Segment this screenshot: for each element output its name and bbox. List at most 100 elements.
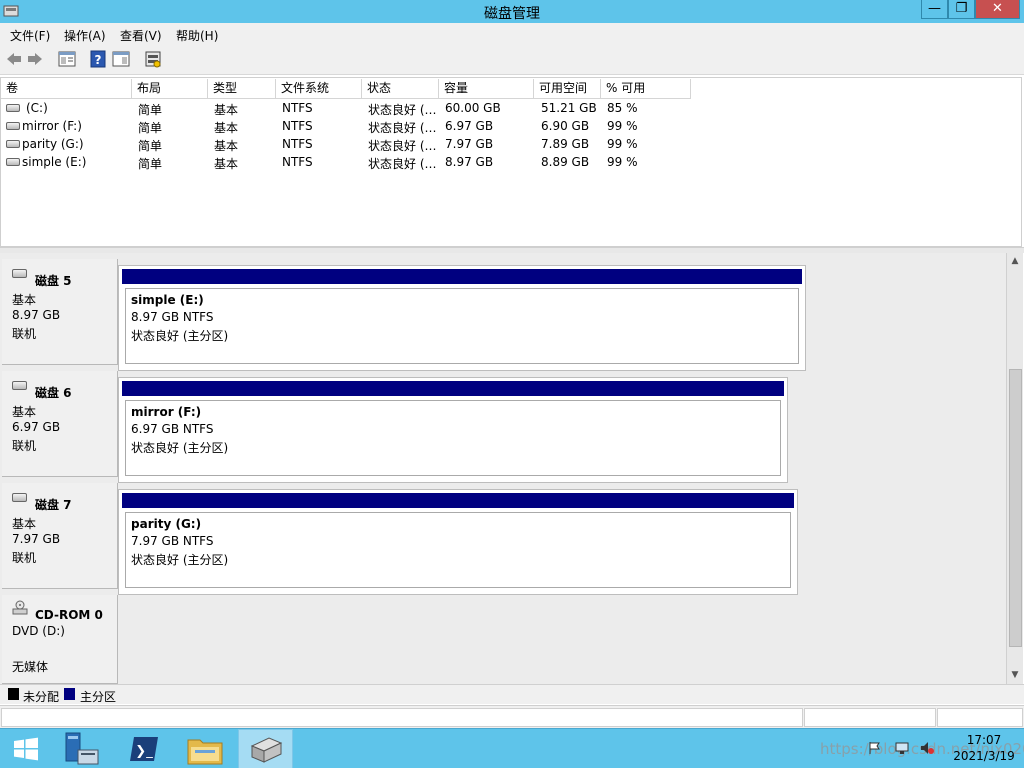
- volume-name: (C:): [26, 101, 48, 115]
- close-button[interactable]: ✕: [975, 0, 1020, 19]
- status-pane-2: [804, 708, 936, 727]
- column-header-type[interactable]: 类型: [208, 79, 276, 99]
- file-explorer-button[interactable]: [178, 729, 233, 768]
- volume-row-g[interactable]: parity (G:) 简单 基本 NTFS 状态良好 (… 7.97 GB 7…: [1, 135, 701, 153]
- forward-arrow-icon[interactable]: [26, 50, 44, 68]
- disk-size: 7.97 GB: [12, 532, 61, 546]
- volume-row-e[interactable]: simple (E:) 简单 基本 NTFS 状态良好 (… 8.97 GB 8…: [1, 153, 701, 171]
- volume-capacity: 60.00 GB: [445, 101, 501, 115]
- disk-label[interactable]: 磁盘 7 基本 7.97 GB 联机: [2, 483, 118, 589]
- back-arrow-icon[interactable]: [5, 50, 23, 68]
- disk-label[interactable]: 磁盘 6 基本 6.97 GB 联机: [2, 371, 118, 477]
- column-header-free-space[interactable]: 可用空间: [534, 79, 601, 99]
- volume-name: mirror (F:): [22, 119, 82, 133]
- partition-block[interactable]: simple (E:) 8.97 GB NTFS 状态良好 (主分区): [118, 265, 806, 371]
- disk-size: 8.97 GB: [12, 308, 61, 322]
- column-header-status[interactable]: 状态: [362, 79, 439, 99]
- disk-state: 联机: [12, 551, 37, 565]
- partition-size-fs: 7.97 GB NTFS: [131, 534, 214, 548]
- server-manager-button[interactable]: [56, 729, 111, 768]
- volume-type: 基本: [214, 121, 239, 135]
- volume-row-f[interactable]: mirror (F:) 简单 基本 NTFS 状态良好 (… 6.97 GB 6…: [1, 117, 701, 135]
- properties-icon[interactable]: [58, 50, 76, 68]
- scroll-down-arrow-icon[interactable]: ▼: [1007, 667, 1023, 683]
- svg-text:❯_: ❯_: [135, 744, 153, 759]
- volume-free-space: 7.89 GB: [541, 137, 590, 151]
- partition-size-fs: 8.97 GB NTFS: [131, 310, 214, 324]
- scroll-thumb[interactable]: [1009, 369, 1022, 647]
- drive-icon: [6, 158, 20, 166]
- volume-percent-free: 99 %: [607, 155, 638, 169]
- title-bar[interactable]: 磁盘管理 — ❐ ✕: [0, 0, 1024, 23]
- drive-icon: [6, 122, 20, 130]
- disk-type: 基本: [12, 293, 37, 307]
- status-pane-main: [1, 708, 803, 727]
- menu-file[interactable]: 文件(F): [10, 27, 50, 44]
- menu-help[interactable]: 帮助(H): [176, 27, 218, 44]
- help-icon[interactable]: ?: [89, 50, 107, 68]
- column-header-capacity[interactable]: 容量: [439, 79, 534, 99]
- disk-label[interactable]: 磁盘 5 基本 8.97 GB 联机: [2, 259, 118, 365]
- menu-view[interactable]: 查看(V): [120, 27, 162, 44]
- partition-status: 状态良好 (主分区): [131, 329, 229, 343]
- disk-type: 基本: [12, 405, 37, 419]
- start-button[interactable]: [0, 729, 55, 768]
- volume-name: parity (G:): [22, 137, 84, 151]
- flag-icon[interactable]: [868, 741, 882, 755]
- cdrom-icon: [12, 600, 28, 615]
- volume-free-space: 51.21 GB: [541, 101, 597, 115]
- volume-list[interactable]: 卷 布局 类型 文件系统 状态 容量 可用空间 % 可用 (C:) 简单 基本 …: [0, 77, 1022, 247]
- unallocated-swatch: [8, 688, 19, 700]
- menu-action[interactable]: 操作(A): [64, 27, 106, 44]
- primary-partition-swatch: [64, 688, 75, 700]
- column-header-volume[interactable]: 卷: [1, 79, 132, 99]
- disk-row-cdrom: CD-ROM 0 DVD (D:) 无媒体: [0, 593, 1006, 684]
- disk-state: 联机: [12, 439, 37, 453]
- disk-row-5: 磁盘 5 基本 8.97 GB 联机 simple (E:) 8.97 GB N…: [0, 257, 1006, 371]
- partition-block[interactable]: parity (G:) 7.97 GB NTFS 状态良好 (主分区): [118, 489, 798, 595]
- powershell-button[interactable]: ❯_: [117, 729, 172, 768]
- volume-layout: 简单: [138, 139, 163, 153]
- clock-time: 17:07: [966, 733, 1002, 747]
- scroll-up-arrow-icon[interactable]: ▲: [1007, 253, 1023, 269]
- cdrom-label[interactable]: CD-ROM 0 DVD (D:) 无媒体: [2, 595, 118, 684]
- volume-layout: 简单: [138, 103, 163, 117]
- volume-name: simple (E:): [22, 155, 87, 169]
- console-view-icon[interactable]: [112, 50, 130, 68]
- disk-icon: [12, 493, 27, 502]
- column-header-percent-free[interactable]: % 可用: [601, 79, 691, 99]
- minimize-button[interactable]: —: [921, 0, 948, 19]
- partition-details: simple (E:) 8.97 GB NTFS 状态良好 (主分区): [125, 288, 799, 364]
- disk-map-scrollbar[interactable]: ▲ ▼: [1006, 253, 1023, 684]
- disk-settings-icon[interactable]: [144, 50, 162, 68]
- cdrom-drive: DVD (D:): [12, 624, 65, 638]
- disk-name: 磁盘 7: [35, 498, 72, 512]
- disk-name: 磁盘 6: [35, 386, 72, 400]
- column-header-filesystem[interactable]: 文件系统: [276, 79, 362, 99]
- volume-layout: 简单: [138, 121, 163, 135]
- volume-status: 状态良好 (…: [368, 157, 437, 171]
- volume-type: 基本: [214, 157, 239, 171]
- svg-text:?: ?: [95, 53, 102, 67]
- cdrom-media: 无媒体: [12, 660, 49, 674]
- primary-partition-bar: [122, 269, 802, 284]
- partition-size-fs: 6.97 GB NTFS: [131, 422, 214, 436]
- network-icon[interactable]: [895, 741, 909, 755]
- partition-block[interactable]: mirror (F:) 6.97 GB NTFS 状态良好 (主分区): [118, 377, 788, 483]
- cdrom-name: CD-ROM 0: [35, 608, 103, 622]
- status-bar: [0, 705, 1024, 728]
- clock[interactable]: 17:07 2021/3/19: [944, 732, 1024, 764]
- volume-filesystem: NTFS: [282, 119, 313, 133]
- column-header-layout[interactable]: 布局: [132, 79, 208, 99]
- volume-row-c[interactable]: (C:) 简单 基本 NTFS 状态良好 (… 60.00 GB 51.21 G…: [1, 99, 701, 117]
- disk-size: 6.97 GB: [12, 420, 61, 434]
- powershell-icon: ❯_: [130, 737, 158, 761]
- maximize-button[interactable]: ❐: [948, 0, 975, 19]
- speaker-muted-icon[interactable]: [920, 741, 934, 755]
- volume-filesystem: NTFS: [282, 137, 313, 151]
- volume-layout: 简单: [138, 157, 163, 171]
- disk-management-taskbar-button[interactable]: [238, 729, 293, 768]
- legend-unallocated-label: 未分配: [23, 690, 60, 704]
- disk-row-7: 磁盘 7 基本 7.97 GB 联机 parity (G:) 7.97 GB N…: [0, 481, 1006, 595]
- drive-icon: [6, 104, 20, 112]
